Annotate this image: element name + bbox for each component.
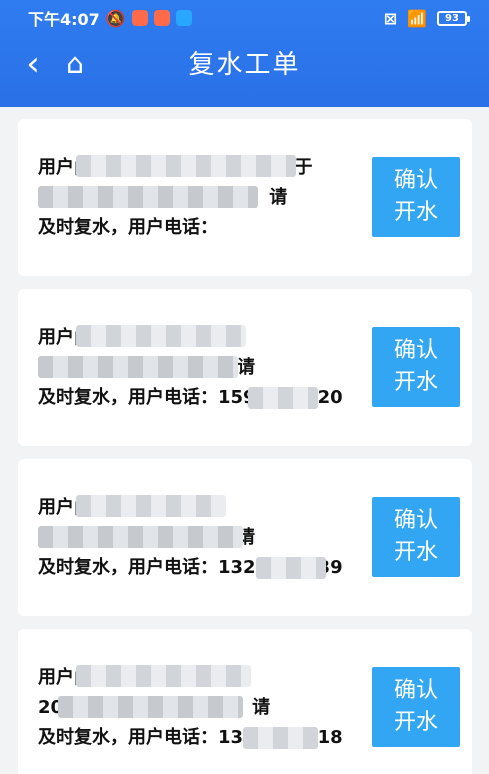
privacy-mask-4b [58,696,243,718]
alarm-muted-icon: 🔕 [105,8,126,28]
wifi-icon: 📶 [407,8,427,28]
privacy-mask-3b [38,526,243,548]
upload-icon [175,10,192,26]
work-order-card-1: 用户▯▯▯▯▯▯▯▯▯▯▯▯▯▯256)，已于 ▯▯▯▯▯▯▯▯▯▯▯▯▯7恢复… [18,119,472,276]
work-order-card-4: 用户▯▯▯▯▯▯▯▯▯，已于 20▯▯▯▯▯▯▯▯▯▯恢复用水，请 及时复水，用… [18,629,472,774]
privacy-mask-1b [38,186,258,208]
status-right: ⊠ 📶 93 [383,8,470,28]
status-bar: 下午4:07 🔕 ⊠ 📶 93 [0,0,489,36]
page-title: 复水工单 [188,50,301,80]
privacy-mask-2c [248,387,318,409]
privacy-mask-1a [76,155,296,177]
no-sim-icon: ⊠ [383,8,398,28]
privacy-mask-4c [243,727,318,749]
confirm-open-water-button-4[interactable]: 确认 开水 [372,667,460,747]
notification-app-icon [131,10,148,26]
status-time: 下午4:07 [28,10,100,29]
work-order-card-3: 用户▯▯▯▯▯▯▯▯▯)，已于 ▯▯▯▯▯▯▯▯▯▯▯恢复用水，请 及时复水，用… [18,459,472,616]
notification-app-icon-2 [153,10,170,26]
work-order-list: 用户▯▯▯▯▯▯▯▯▯▯▯▯▯▯256)，已于 ▯▯▯▯▯▯▯▯▯▯▯▯▯7恢复… [18,119,472,774]
privacy-mask-2b [38,356,238,378]
privacy-mask-2a [76,325,246,347]
nav-bar: ‹ ⌂ 复水工单 [0,36,489,94]
work-order-card-2: 用户▯▯▯▯▯▯▯▯▯，已于 ▯▯▯▯▯▯▯▯▯▯▯恢复用水，请 及时复水，用户… [18,289,472,446]
confirm-open-water-button-1[interactable]: 确认 开水 [372,157,460,237]
confirm-open-water-button-2[interactable]: 确认 开水 [372,327,460,407]
privacy-mask-4a [76,665,251,687]
battery-icon: 93 [437,10,470,26]
confirm-open-water-button-3[interactable]: 确认 开水 [372,497,460,577]
privacy-mask-3a [76,495,226,517]
app-header: 下午4:07 🔕 ⊠ 📶 93 ‹ ⌂ 复水工单 [0,0,489,107]
privacy-mask-3c [256,557,326,579]
status-left: 下午4:07 🔕 [28,6,192,30]
